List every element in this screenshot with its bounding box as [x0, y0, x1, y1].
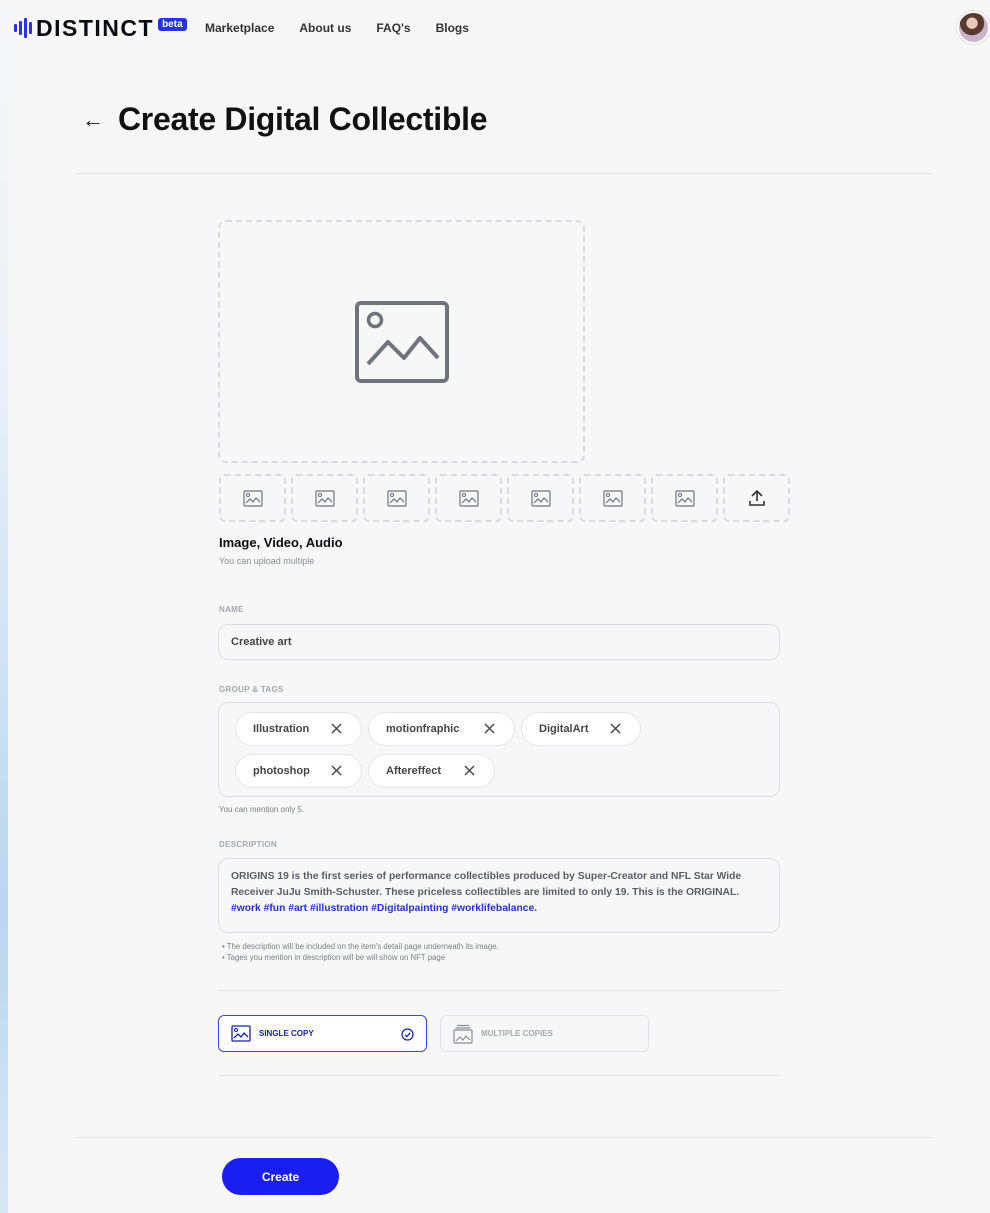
name-input[interactable]: Creative art — [218, 624, 780, 660]
nav-about-us[interactable]: About us — [299, 21, 351, 35]
tag-label: Aftereffect — [386, 765, 442, 777]
upload-icon — [748, 489, 765, 506]
tag-chip: photoshop — [235, 754, 362, 788]
image-icon — [458, 489, 479, 507]
image-stack-icon — [453, 1024, 473, 1044]
close-icon[interactable] — [483, 722, 496, 735]
user-avatar[interactable] — [957, 11, 990, 44]
close-icon[interactable] — [609, 722, 622, 735]
multiple-copies-option[interactable]: MULTIPLE COPIES — [440, 1015, 649, 1052]
upload-button[interactable] — [723, 474, 790, 522]
description-notes: • The description will be included on th… — [222, 941, 499, 963]
background-edge — [0, 0, 8, 1213]
top-navigation: DISTINCT beta Marketplace About us FAQ's… — [0, 0, 990, 56]
main-nav: Marketplace About us FAQ's Blogs — [205, 21, 469, 35]
image-icon — [242, 489, 263, 507]
create-button[interactable]: Create — [222, 1158, 339, 1195]
name-input-value: Creative art — [231, 636, 292, 648]
image-icon — [674, 489, 695, 507]
description-note: • Tages you mention in description will … — [222, 953, 446, 962]
page-title: Create Digital Collectible — [118, 101, 488, 137]
media-thumb-slot[interactable] — [579, 474, 646, 522]
tags-hint: You can mention only 5. — [219, 805, 305, 814]
description-hashtags: #work #fun #art #illustration #Digitalpa… — [231, 903, 538, 914]
description-text: ORIGINS 19 is the first series of perfor… — [231, 869, 771, 917]
description-label: DESCRIPTION — [219, 840, 277, 849]
beta-badge: beta — [158, 17, 187, 31]
nav-blogs[interactable]: Blogs — [436, 21, 469, 35]
image-icon — [530, 489, 551, 507]
check-circle-icon — [401, 1028, 414, 1041]
tag-chip: DigitalArt — [521, 712, 641, 746]
close-icon[interactable] — [463, 764, 476, 777]
logo[interactable]: DISTINCT beta — [14, 14, 187, 42]
media-thumb-slot[interactable] — [651, 474, 718, 522]
description-note: • The description will be included on th… — [222, 942, 499, 951]
divider — [218, 1075, 780, 1076]
multiple-copies-label: MULTIPLE COPIES — [481, 1029, 553, 1038]
description-textarea[interactable]: ORIGINS 19 is the first series of perfor… — [218, 858, 780, 933]
tag-label: photoshop — [253, 765, 310, 777]
tag-label: Illustration — [253, 723, 310, 735]
tag-chip: Illustration — [235, 712, 362, 746]
tags-label: GROUP & TAGS — [219, 685, 284, 694]
close-icon[interactable] — [330, 722, 343, 735]
logo-waveform-icon — [14, 18, 32, 38]
description-body: ORIGINS 19 is the first series of perfor… — [231, 871, 742, 898]
image-placeholder-icon — [355, 301, 449, 383]
image-icon — [602, 489, 623, 507]
nav-marketplace[interactable]: Marketplace — [205, 21, 274, 35]
media-thumb-slot[interactable] — [219, 474, 286, 522]
media-section-title: Image, Video, Audio — [219, 535, 343, 550]
media-thumb-slot[interactable] — [363, 474, 430, 522]
image-icon — [386, 489, 407, 507]
back-arrow-icon[interactable]: ← — [82, 107, 104, 133]
media-thumb-slot[interactable] — [435, 474, 502, 522]
nav-faqs[interactable]: FAQ's — [376, 21, 410, 35]
page-header: ← Create Digital Collectible — [82, 101, 487, 138]
single-copy-label: SINGLE COPY — [259, 1029, 314, 1038]
image-icon — [231, 1025, 251, 1042]
media-thumb-slot[interactable] — [291, 474, 358, 522]
divider — [218, 990, 780, 991]
name-label: NAME — [219, 605, 244, 614]
divider — [76, 1137, 932, 1138]
tags-input[interactable]: Illustration motionfraphic DigitalArt ph… — [218, 702, 780, 797]
media-section-subtitle: You can upload multiple — [219, 556, 315, 566]
divider — [76, 173, 932, 174]
single-copy-option[interactable]: SINGLE COPY — [218, 1015, 427, 1052]
close-icon[interactable] — [330, 764, 343, 777]
image-icon — [314, 489, 335, 507]
tag-chip: motionfraphic — [368, 712, 515, 746]
logo-text: DISTINCT — [36, 14, 155, 41]
media-dropzone[interactable] — [218, 220, 585, 463]
tag-label: DigitalArt — [539, 723, 589, 735]
tag-chip: Aftereffect — [368, 754, 495, 788]
media-thumb-slot[interactable] — [507, 474, 574, 522]
tag-label: motionfraphic — [386, 723, 460, 735]
